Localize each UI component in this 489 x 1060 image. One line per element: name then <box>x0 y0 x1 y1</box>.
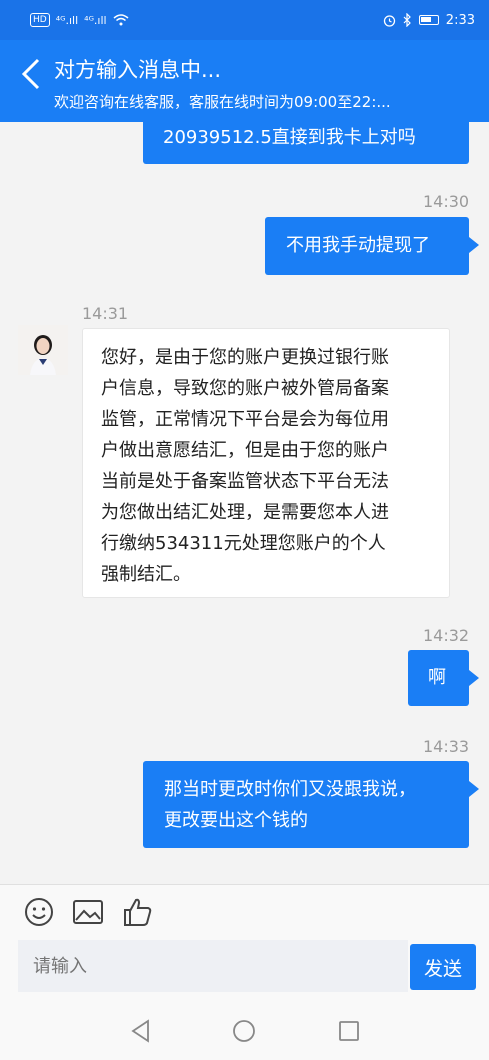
chat-header: 对方输入消息中... 欢迎咨询在线客服，客服在线时间为09:00至22:... <box>0 40 489 122</box>
timestamp: 14:31 <box>82 304 129 323</box>
message-bubble-right: 20939512.5直接到我卡上对吗 <box>143 122 469 164</box>
back-arrow-icon[interactable] <box>18 56 42 92</box>
page-subtitle: 欢迎咨询在线客服，客服在线时间为09:00至22:... <box>54 93 391 111</box>
message-line: 当前是处于备案监管状态下平台无法 <box>101 471 389 492</box>
message-text: 不用我手动提现了 <box>286 235 430 256</box>
timestamp: 14:33 <box>423 737 470 756</box>
signal-icon: ⁴ᴳ.ıll <box>84 13 107 27</box>
battery-icon <box>418 15 439 25</box>
input-toolbar <box>0 884 489 936</box>
message-text: 20939512.5直接到我卡上对吗 <box>163 127 416 148</box>
chat-area[interactable]: 20939512.5直接到我卡上对吗 14:30 不用我手动提现了 14:31 … <box>0 122 489 884</box>
message-line: 那当时更改时你们又没跟我说， <box>164 779 416 800</box>
page-title: 对方输入消息中... <box>54 58 222 82</box>
message-bubble-left: 您好，是由于您的账户更换过银行账 户信息，导致您的账户被外管局备案 监管，正常情… <box>82 328 450 598</box>
agent-avatar[interactable] <box>18 325 68 375</box>
message-line: 您好，是由于您的账户更换过银行账 <box>101 347 389 368</box>
timestamp: 14:30 <box>423 192 470 211</box>
bluetooth-icon <box>403 13 411 27</box>
system-nav-bar <box>0 996 489 1060</box>
image-icon[interactable] <box>71 895 105 929</box>
message-bubble-right: 那当时更改时你们又没跟我说， 更改要出这个钱的 <box>143 761 479 848</box>
message-line: 户做出意愿结汇，但是由于您的账户 <box>101 440 389 461</box>
message-line: 行缴纳534311元处理您账户的个人 <box>101 533 386 554</box>
nav-recents-icon[interactable] <box>336 1018 362 1044</box>
send-button[interactable]: 发送 <box>410 944 476 990</box>
wifi-icon <box>113 14 129 26</box>
message-line: 监管，正常情况下平台是会为每位用 <box>101 409 389 430</box>
message-line: 更改要出这个钱的 <box>164 810 308 831</box>
input-row: 发送 <box>0 936 489 996</box>
hd-badge: HD <box>30 13 50 27</box>
nav-home-icon[interactable] <box>231 1018 257 1044</box>
alarm-icon <box>383 14 395 27</box>
signal-icon: ⁴ᴳ.ıll <box>55 13 79 27</box>
message-text: 啊 <box>428 667 446 688</box>
message-line: 强制结汇。 <box>101 564 191 585</box>
timestamp: 14:32 <box>423 626 470 645</box>
message-bubble-right: 不用我手动提现了 <box>265 217 479 275</box>
message-input[interactable] <box>18 940 408 992</box>
nav-back-icon[interactable] <box>128 1018 154 1044</box>
clock: 2:33 <box>445 12 475 28</box>
message-bubble-right: 啊 <box>408 650 479 706</box>
emoji-icon[interactable] <box>22 895 56 929</box>
thumbs-up-icon[interactable] <box>121 895 155 929</box>
status-bar: HD ⁴ᴳ.ıll ⁴ᴳ.ıll 2:33 <box>0 0 489 40</box>
message-line: 为您做出结汇处理，是需要您本人进 <box>101 502 389 523</box>
message-line: 户信息，导致您的账户被外管局备案 <box>101 378 389 399</box>
